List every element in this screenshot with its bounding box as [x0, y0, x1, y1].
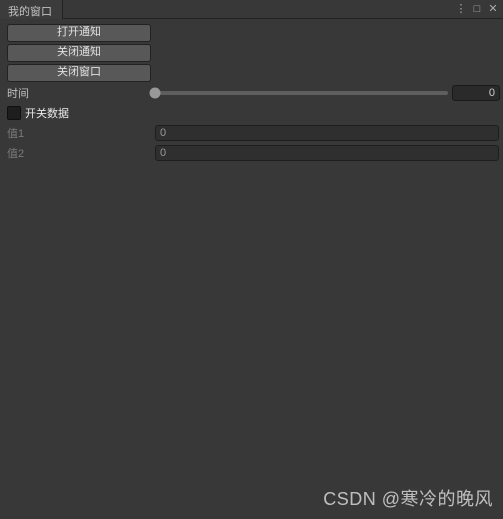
close-notify-button[interactable]: 关闭通知 — [7, 44, 151, 62]
window-tab[interactable]: 我的窗口 — [0, 0, 63, 19]
toggle-checkbox[interactable] — [7, 106, 21, 120]
time-slider[interactable] — [155, 91, 448, 95]
toggle-row: 开关数据 — [3, 104, 500, 122]
close-icon[interactable]: ✕ — [487, 4, 499, 15]
time-label: 时间 — [3, 85, 155, 101]
time-slider-row: 时间 0 — [3, 84, 500, 102]
window-content: 打开通知 关闭通知 关闭窗口 时间 0 开关数据 值1 0 值2 0 — [0, 19, 503, 162]
value2-row: 值2 0 — [3, 144, 500, 162]
tab-bar: 我的窗口 ⋮ □ ✕ — [0, 0, 503, 19]
maximize-icon[interactable]: □ — [471, 4, 483, 15]
value1-input[interactable]: 0 — [155, 125, 499, 141]
time-value-field[interactable]: 0 — [452, 85, 500, 101]
open-notify-button[interactable]: 打开通知 — [7, 24, 151, 42]
value1-label: 值1 — [3, 125, 155, 141]
window-tab-label: 我的窗口 — [8, 3, 52, 19]
watermark-text: CSDN @寒冷的晚风 — [323, 485, 493, 511]
slider-thumb-icon[interactable] — [150, 88, 161, 99]
window-controls: ⋮ □ ✕ — [455, 0, 503, 18]
value2-input[interactable]: 0 — [155, 145, 499, 161]
menu-icon[interactable]: ⋮ — [455, 4, 467, 15]
value2-label: 值2 — [3, 145, 155, 161]
value1-row: 值1 0 — [3, 124, 500, 142]
toggle-label: 开关数据 — [25, 105, 69, 121]
close-window-button[interactable]: 关闭窗口 — [7, 64, 151, 82]
